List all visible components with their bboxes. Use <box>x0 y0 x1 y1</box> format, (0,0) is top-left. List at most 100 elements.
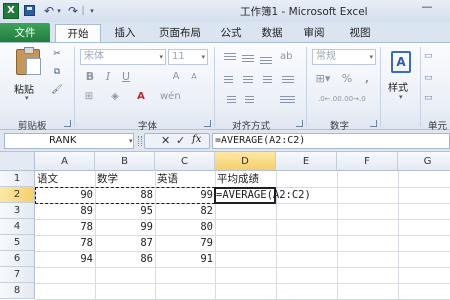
align-middle-icon[interactable] <box>240 51 256 65</box>
cell-b4[interactable]: 99 <box>95 219 155 235</box>
column-header-g[interactable]: G <box>398 152 450 171</box>
row-header-5[interactable]: 5 <box>0 235 35 251</box>
name-box[interactable]: RANK ▾ <box>4 133 134 149</box>
percent-style-button[interactable]: % <box>340 71 354 87</box>
cell-a5[interactable]: 78 <box>35 235 95 251</box>
cancel-icon[interactable]: ✕ <box>161 134 170 147</box>
align-left-icon[interactable] <box>222 73 238 87</box>
decrease-decimal-icon[interactable]: .00→.0 <box>342 91 366 107</box>
align-center-icon[interactable] <box>240 73 256 87</box>
cut-icon[interactable]: ✂ <box>48 49 66 63</box>
delete-cells-icon[interactable]: ▭ <box>424 73 438 85</box>
minimize-button[interactable]: — <box>420 1 434 16</box>
align-top-icon[interactable] <box>222 51 238 65</box>
font-dialog-launcher-icon[interactable] <box>204 120 211 127</box>
row-header-8[interactable]: 8 <box>0 283 35 299</box>
paste-button[interactable]: 粘贴 ▾ <box>12 47 44 102</box>
styles-button[interactable]: A 样式 ▾ <box>386 49 416 105</box>
column-header-c[interactable]: C <box>155 152 215 171</box>
column-header-e[interactable]: E <box>276 152 337 171</box>
enter-icon[interactable]: ✓ <box>176 134 185 147</box>
cell-c5[interactable]: 79 <box>155 235 215 251</box>
tab-page-layout[interactable]: 页面布局 <box>150 24 210 43</box>
decrease-font-size-button[interactable]: A <box>186 69 202 85</box>
ribbon-tab-row: 文件 开始 插入 页面布局 公式 数据 审阅 视图 <box>0 22 450 44</box>
tab-review[interactable]: 审阅 <box>299 24 329 43</box>
cell-d2-editing[interactable]: =AVERAGE(A2:C2) <box>214 187 334 203</box>
column-header-d[interactable]: D <box>215 152 276 171</box>
paste-dropdown-icon[interactable]: ▾ <box>25 94 29 102</box>
wrap-text-icon[interactable] <box>280 73 296 87</box>
cell-a3[interactable]: 89 <box>35 203 95 219</box>
insert-cells-icon[interactable]: ▭ <box>424 51 438 63</box>
decrease-indent-icon[interactable] <box>222 93 238 107</box>
tab-view[interactable]: 视图 <box>345 24 375 43</box>
font-size-select[interactable]: 11 ▾ <box>168 49 208 65</box>
formula-input[interactable]: =AVERAGE(A2:C2) <box>212 133 450 149</box>
format-painter-icon[interactable]: 🖌 <box>48 85 66 99</box>
format-cells-icon[interactable]: ▭ <box>424 93 438 105</box>
increase-decimal-icon[interactable]: .0←.00 <box>318 91 342 107</box>
row-header-1[interactable]: 1 <box>0 171 35 187</box>
underline-button[interactable]: U <box>118 69 134 85</box>
cell-d1[interactable]: 平均成绩 <box>215 171 276 187</box>
cell-b1[interactable]: 数学 <box>95 171 155 187</box>
align-right-icon[interactable] <box>258 73 274 87</box>
text-orientation-icon[interactable]: ab <box>280 51 292 62</box>
redo-icon[interactable]: ↷ <box>66 4 80 18</box>
row-header-4[interactable]: 4 <box>0 219 35 235</box>
cell-b3[interactable]: 95 <box>95 203 155 219</box>
tab-data[interactable]: 数据 <box>257 24 287 43</box>
tab-home[interactable]: 开始 <box>55 24 101 44</box>
merge-center-icon[interactable] <box>278 93 298 107</box>
copy-icon[interactable]: ⧉ <box>48 67 66 81</box>
tab-file[interactable]: 文件 <box>0 23 50 43</box>
worksheet-grid[interactable]: A B C D E F G 1 2 3 4 5 6 7 8 语文 数学 英语 平… <box>0 152 450 300</box>
borders-icon[interactable]: ⊞ <box>80 89 98 105</box>
tab-insert[interactable]: 插入 <box>108 24 142 43</box>
row-header-3[interactable]: 3 <box>0 203 35 219</box>
cell-a4[interactable]: 78 <box>35 219 95 235</box>
comma-style-button[interactable]: , <box>360 71 374 87</box>
row-header-2[interactable]: 2 <box>0 187 35 203</box>
font-color-icon[interactable]: A <box>132 89 150 105</box>
cell-c6[interactable]: 91 <box>155 251 215 267</box>
italic-button[interactable]: I <box>100 69 116 85</box>
formula-bar-resize-grip[interactable] <box>138 136 142 146</box>
gridline <box>35 267 450 268</box>
tab-formulas[interactable]: 公式 <box>216 24 246 43</box>
name-box-chevron-icon[interactable]: ▾ <box>129 134 133 148</box>
column-header-f[interactable]: F <box>337 152 398 171</box>
align-bottom-icon[interactable] <box>258 51 274 65</box>
cell-a6[interactable]: 94 <box>35 251 95 267</box>
formula-bar: RANK ▾ ✕ ✓ fx =AVERAGE(A2:C2) <box>0 130 450 152</box>
increase-indent-icon[interactable] <box>240 93 256 107</box>
accounting-format-icon[interactable]: ⊞▾ <box>312 71 334 87</box>
save-icon[interactable] <box>24 5 35 16</box>
cell-b5[interactable]: 87 <box>95 235 155 251</box>
cell-a1[interactable]: 语文 <box>35 171 95 187</box>
column-header-a[interactable]: A <box>35 152 95 171</box>
cell-c4[interactable]: 80 <box>155 219 215 235</box>
undo-icon[interactable]: ↶ <box>42 4 56 18</box>
bold-button[interactable]: B <box>82 69 98 85</box>
number-format-select[interactable]: 常规 ▾ <box>312 49 376 65</box>
cell-b6[interactable]: 86 <box>95 251 155 267</box>
customize-quick-access-icon[interactable]: ▾ <box>88 4 96 18</box>
cell-c3[interactable]: 82 <box>155 203 215 219</box>
row-header-6[interactable]: 6 <box>0 251 35 267</box>
excel-app-icon[interactable]: X <box>3 3 19 19</box>
column-header-b[interactable]: B <box>95 152 155 171</box>
font-name-select[interactable]: 宋体 ▾ <box>80 49 166 65</box>
select-all-corner[interactable] <box>0 152 35 171</box>
row-header-7[interactable]: 7 <box>0 267 35 283</box>
clipboard-dialog-launcher-icon[interactable] <box>64 120 71 127</box>
increase-font-size-button[interactable]: A <box>168 69 184 85</box>
insert-function-icon[interactable]: fx <box>192 134 201 145</box>
alignment-dialog-launcher-icon[interactable] <box>296 120 303 127</box>
fill-color-icon[interactable]: ◈ <box>106 89 124 105</box>
cell-c1[interactable]: 英语 <box>155 171 215 187</box>
undo-dropdown-icon[interactable]: ▾ <box>55 4 63 18</box>
number-dialog-launcher-icon[interactable] <box>370 120 377 127</box>
phonetic-guide-icon[interactable]: wén <box>160 89 181 105</box>
